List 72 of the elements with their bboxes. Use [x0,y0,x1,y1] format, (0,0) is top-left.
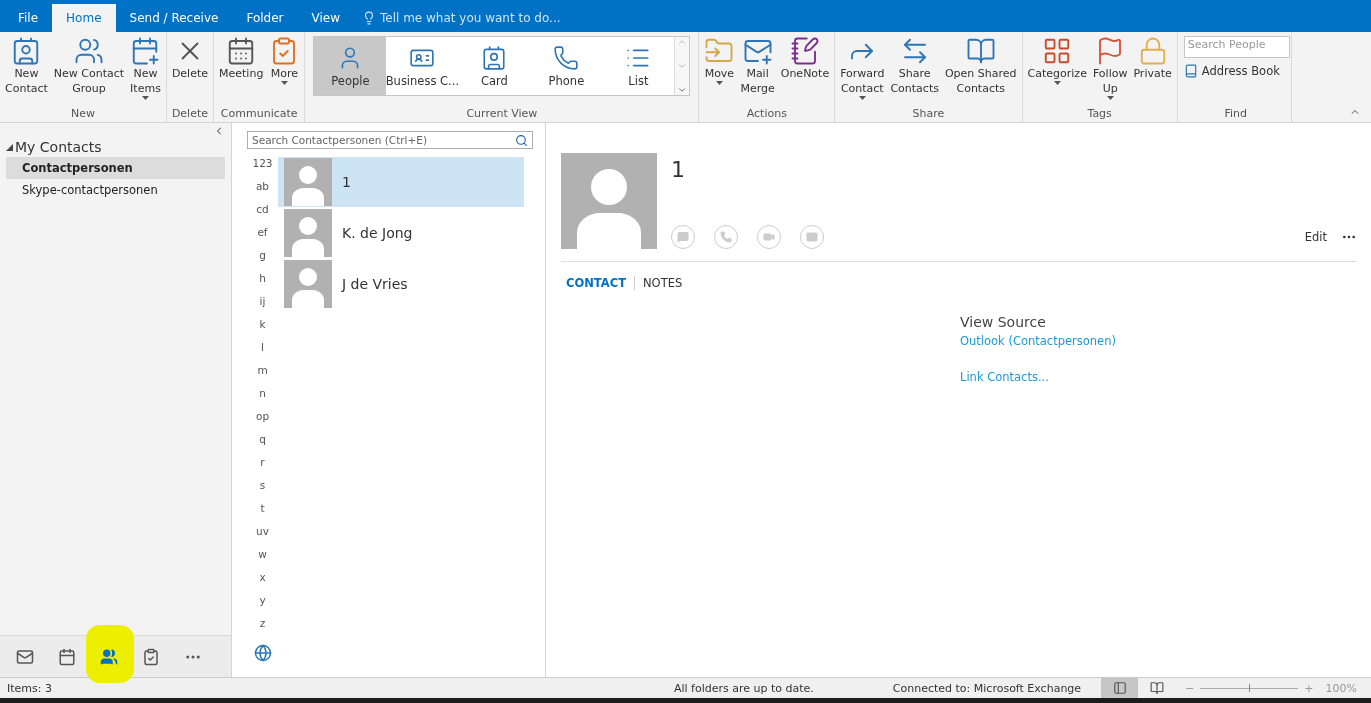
index-letter[interactable]: x [259,571,266,594]
ribbon-button[interactable]: New Contact [3,34,50,98]
group-label: Actions [745,107,788,122]
folder-item[interactable]: Contactpersonen [6,157,225,179]
index-letter[interactable]: s [259,479,266,502]
group-label: Share [911,107,946,122]
ribbon-button[interactable]: Share Contacts [888,34,941,98]
index-letter[interactable]: uv [256,525,269,548]
section-title: View Source [960,314,1047,330]
index-letter[interactable]: z [259,617,266,640]
ribbon-tab[interactable]: Home [52,4,116,32]
group-label: Delete [170,107,210,122]
items-count: Items: 3 [7,681,52,695]
folder-group-title[interactable]: My Contacts [15,139,102,155]
index-letter[interactable]: 123 [252,157,273,180]
index-letter[interactable]: op [255,410,270,433]
ribbon-button[interactable]: Categorize [1025,34,1089,87]
index-letter[interactable]: k [259,318,266,341]
ribbon-button[interactable]: Mail Merge [738,34,777,98]
index-letter[interactable]: h [259,272,266,295]
contact-name: 1 [671,157,686,182]
ribbon-button[interactable]: Private [1131,34,1174,83]
contact-row[interactable]: K. de Jong [278,208,524,258]
tell-me-field[interactable]: Tell me what you want to do... [380,11,561,25]
edit-link[interactable]: Edit [1304,230,1327,244]
address-book-button[interactable]: Address Book [1183,64,1290,78]
ribbon-tab[interactable]: View [297,4,354,32]
ribbon-button[interactable]: Forward Contact [838,34,887,102]
contact-row[interactable]: J de Vries [278,259,524,309]
index-letter[interactable]: y [259,594,266,617]
index-letter[interactable]: cd [256,203,269,226]
index-letter[interactable]: w [258,548,267,571]
index-letter[interactable]: q [259,433,266,456]
search-field[interactable]: Search Contactpersonen (Ctrl+E) [247,131,533,149]
view-option[interactable]: Phone [530,37,603,95]
index-letter[interactable]: n [259,387,266,410]
ribbon-button[interactable]: Move [702,34,737,87]
index-letter[interactable]: ab [255,180,270,203]
group-label: Tags [1086,107,1113,122]
index-letter[interactable]: g [259,249,266,272]
index-letter[interactable]: t [260,502,265,525]
index-letter[interactable]: ij [259,295,266,318]
index-letter[interactable]: r [260,456,265,479]
ribbon-button[interactable]: OneNote [778,34,832,83]
connection-status: Connected to: Microsoft Exchange [892,681,1082,695]
group-label: Current View [465,107,539,122]
group-label: New [69,107,96,122]
ribbon-button[interactable]: New Items [128,34,163,102]
ribbon-button[interactable]: More [267,34,302,87]
index-letter[interactable]: l [261,341,264,364]
detail-tab[interactable]: CONTACT [561,276,634,290]
group-label: Find [1223,107,1249,122]
ribbon-tab[interactable]: Send / Receive [115,4,233,32]
view-option[interactable]: List [602,37,675,95]
view-option[interactable]: People [314,37,387,95]
group-label: Communicate [219,107,299,122]
view-option[interactable]: Business C... [386,37,459,95]
ribbon-button[interactable]: New Contact Group [51,34,127,98]
folder-item[interactable]: Skype-contactpersonen [6,179,225,201]
ribbon-tab[interactable]: File [4,4,53,32]
ribbon-button[interactable]: Meeting [217,34,266,83]
detail-tab[interactable]: NOTES [634,276,691,290]
index-letter[interactable]: ef [257,226,268,249]
contact-row[interactable]: 1 [278,157,524,207]
ribbon-button[interactable]: Open Shared Contacts [942,34,1019,98]
view-option[interactable]: Card [458,37,531,95]
zoom-level: 100% [1325,681,1357,695]
index-letter[interactable]: m [257,364,268,387]
ribbon-button[interactable]: Follow Up [1090,34,1130,102]
sync-status: All folders are up to date. [673,681,814,695]
ribbon-tab[interactable]: Folder [232,4,298,32]
ribbon-button[interactable]: Delete [169,34,211,83]
